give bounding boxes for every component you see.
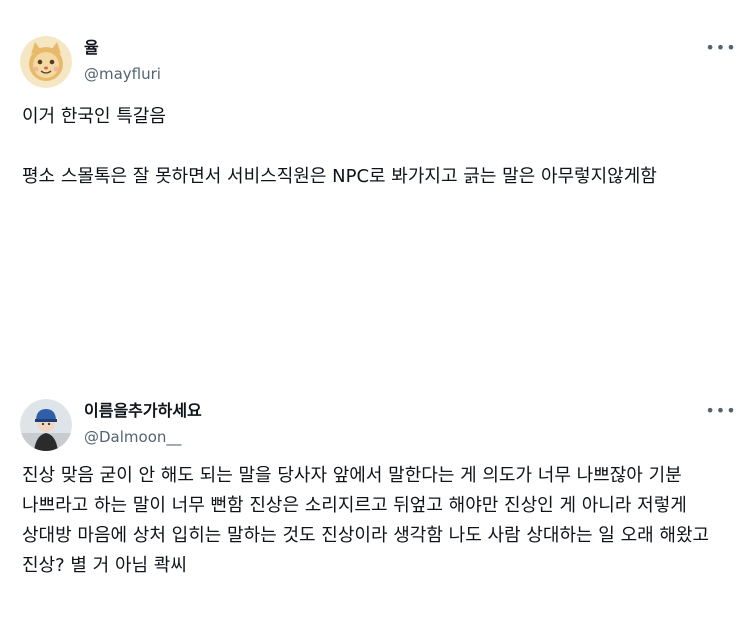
more-horizontal-icon: ••• — [705, 38, 737, 57]
more-options-button[interactable]: ••• — [705, 399, 737, 423]
user-handle[interactable]: @Dalmoon__ — [84, 427, 181, 447]
user-avatar[interactable] — [20, 36, 72, 88]
user-handle[interactable]: @mayfluri — [84, 64, 161, 84]
display-name[interactable]: 이름을추가하세요 — [84, 401, 202, 421]
tweet-paragraph: 진상 맞음 굳이 안 해도 되는 말을 당사자 앞에서 말한다는 게 의도가 너… — [22, 465, 710, 576]
more-horizontal-icon: ••• — [705, 401, 737, 420]
tweet-paragraph: 평소 스몰톡은 잘 못하면서 서비스직원은 NPC로 봐가지고 긁는 말은 아무… — [22, 166, 657, 187]
user-avatar[interactable] — [20, 399, 72, 451]
display-name[interactable]: 율 — [84, 38, 99, 58]
tweet-text: 이거 한국인 특갈음 평소 스몰톡은 잘 못하면서 서비스직원은 NPC로 봐가… — [22, 102, 734, 192]
person-with-helmet-avatar-icon — [20, 399, 72, 451]
cat-avatar-icon — [20, 36, 72, 88]
more-options-button[interactable]: ••• — [705, 36, 737, 60]
tweet-text: 진상 맞음 굳이 안 해도 되는 말을 당사자 앞에서 말한다는 게 의도가 너… — [22, 461, 734, 581]
tweet-paragraph: 이거 한국인 특갈음 — [22, 106, 166, 127]
